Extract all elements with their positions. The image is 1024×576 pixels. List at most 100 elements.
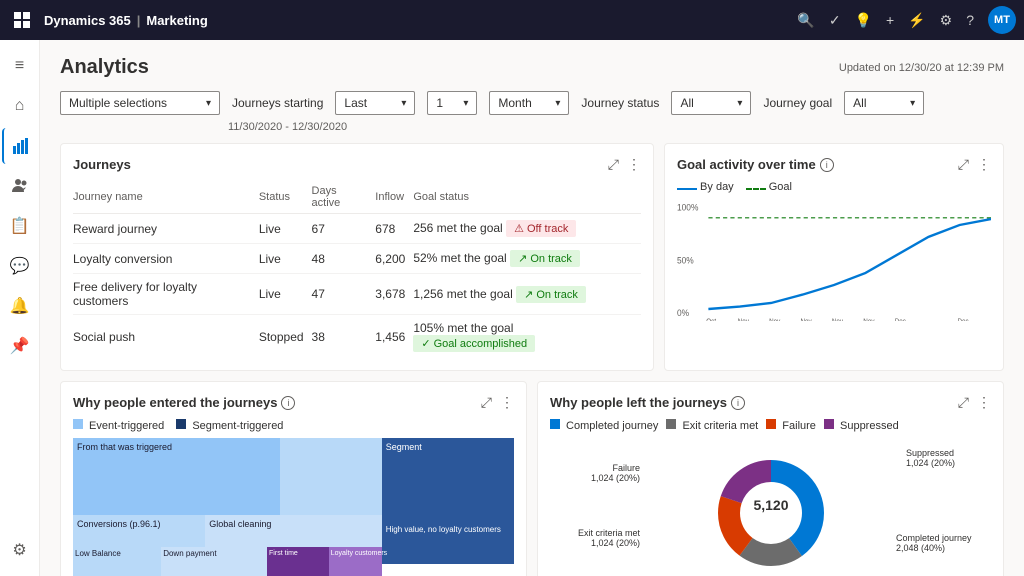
journey-name: Social push <box>73 315 259 359</box>
journey-inflow: 1,456 <box>375 315 413 359</box>
sidebar-notifications[interactable]: 🔔 <box>2 288 38 324</box>
brand-name: Dynamics 365 <box>44 13 131 28</box>
chevron-icon: ▾ <box>737 98 742 109</box>
more-icon[interactable]: ⋮ <box>977 156 991 173</box>
status-label: Journey status <box>581 96 659 110</box>
user-avatar[interactable]: MT <box>988 6 1016 34</box>
expand-icon[interactable]: ⤢ <box>958 394 969 411</box>
table-row: Social push Stopped 38 1,456 105% met th… <box>73 315 641 359</box>
pie-chart-svg: 5,120 <box>711 453 831 573</box>
sidebar-home[interactable]: ⌂ <box>2 88 38 124</box>
col-name: Journey name <box>73 181 259 214</box>
svg-text:Nov: Nov <box>769 318 781 321</box>
status-filter[interactable]: All ▾ <box>671 91 751 115</box>
app-brand: Dynamics 365 | Marketing <box>44 13 208 28</box>
treemap-legend: Event-triggered Segment-triggered <box>73 419 514 432</box>
treemap-block-1: From that was triggered <box>73 438 280 515</box>
journey-goal-status: 256 met the goal ⚠ Off track <box>413 214 641 244</box>
lightbulb-icon[interactable]: 💡 <box>855 12 872 29</box>
journey-days: 67 <box>312 214 376 244</box>
completed-annotation: Completed journey 2,048 (40%) <box>896 533 986 553</box>
number-label: 1 <box>436 96 443 110</box>
svg-text:50%: 50% <box>677 255 694 266</box>
status-badge: ✓ Goal accomplished <box>413 335 535 352</box>
journey-days: 47 <box>312 274 376 315</box>
treemap-container: From that was triggered Segment Conversi… <box>73 438 514 576</box>
update-time: Updated on 12/30/20 at 12:39 PM <box>839 62 1004 74</box>
sidebar-pages[interactable]: 📋 <box>2 208 38 244</box>
expand-icon[interactable]: ⤢ <box>608 156 619 173</box>
segment-triggered-color <box>176 419 186 429</box>
sidebar-contacts[interactable] <box>2 168 38 204</box>
why-entered-card: Why people entered the journeys i ⤢ ⋮ Ev… <box>60 381 527 576</box>
more-icon[interactable]: ⋮ <box>627 156 641 173</box>
journey-goal-status: 105% met the goal ✓ Goal accomplished <box>413 315 641 359</box>
exit-annotation: Exit criteria met 1,024 (20%) <box>560 528 640 548</box>
segment-filter[interactable]: Multiple selections ▾ <box>60 91 220 115</box>
why-left-card: Why people left the journeys i ⤢ ⋮ Compl… <box>537 381 1004 576</box>
number-filter[interactable]: 1 ▾ <box>427 91 477 115</box>
entered-info-icon[interactable]: i <box>281 396 295 410</box>
page-title: Analytics <box>60 56 149 79</box>
goal-chart-area: 100% 50% 0% Oct 31 Nov 6 Nov 12 <box>677 201 991 321</box>
pie-chart-container: 5,120 Failure 1,024 (20%) Exit criteria … <box>550 438 991 576</box>
goal-label: Journey goal <box>763 96 832 110</box>
journeys-table: Journey name Status Days active Inflow G… <box>73 181 641 358</box>
goal-filter[interactable]: All ▾ <box>844 91 924 115</box>
journey-inflow: 678 <box>375 214 413 244</box>
treemap-block-low: Low Balance <box>73 547 161 576</box>
last-filter[interactable]: Last ▾ <box>335 91 415 115</box>
chevron-icon: ▾ <box>910 98 915 109</box>
last-label: Last <box>344 96 367 110</box>
settings-icon[interactable]: ⚙ <box>940 12 953 29</box>
svg-text:Dec: Dec <box>895 318 907 321</box>
why-entered-title: Why people entered the journeys <box>73 395 277 410</box>
expand-icon[interactable]: ⤢ <box>958 156 969 173</box>
period-filter[interactable]: Month ▾ <box>489 91 569 115</box>
journey-days: 48 <box>312 244 376 274</box>
expand-icon[interactable]: ⤢ <box>481 394 492 411</box>
left-info-icon[interactable]: i <box>731 396 745 410</box>
sidebar-messages[interactable]: 💬 <box>2 248 38 284</box>
chevron-icon: ▾ <box>555 98 560 109</box>
add-icon[interactable]: + <box>886 12 894 28</box>
table-row: Loyalty conversion Live 48 6,200 52% met… <box>73 244 641 274</box>
sidebar-bookmarks[interactable]: 📌 <box>2 328 38 364</box>
search-icon[interactable]: 🔍 <box>797 12 814 29</box>
journey-status: Stopped <box>259 315 312 359</box>
treemap-firsttime-label: First time <box>267 549 300 558</box>
goal-value: All <box>853 96 866 110</box>
journey-status: Live <box>259 274 312 315</box>
filter-icon[interactable]: ⚡ <box>908 12 925 29</box>
table-row: Free delivery for loyalty customers Live… <box>73 274 641 315</box>
why-left-title: Why people left the journeys <box>550 395 727 410</box>
col-status: Status <box>259 181 312 214</box>
filters-row: Multiple selections ▾ Journeys starting … <box>60 91 1004 115</box>
suppressed-annotation: Suppressed 1,024 (20%) <box>906 448 986 468</box>
journey-goal-status: 1,256 met the goal ↗ On track <box>413 274 641 315</box>
goal-info-icon[interactable]: i <box>820 158 834 172</box>
journey-name: Reward journey <box>73 214 259 244</box>
pie-legend: Completed journey Exit criteria met Fail… <box>550 419 991 432</box>
journey-goal-status: 52% met the goal ↗ On track <box>413 244 641 274</box>
svg-text:5,120: 5,120 <box>753 497 788 513</box>
journey-name: Loyalty conversion <box>73 244 259 274</box>
help-icon[interactable]: ? <box>966 12 974 28</box>
more-icon[interactable]: ⋮ <box>977 394 991 411</box>
journey-status: Live <box>259 214 312 244</box>
svg-text:Nov: Nov <box>863 318 875 321</box>
goal-chart-svg: 100% 50% 0% Oct 31 Nov 6 Nov 12 <box>677 201 991 321</box>
journeys-card: Journeys ⤢ ⋮ Journey name Status Days ac… <box>60 143 654 371</box>
journey-days: 38 <box>312 315 376 359</box>
sidebar-settings[interactable]: ⚙ <box>2 532 38 568</box>
chevron-icon: ▾ <box>206 98 211 109</box>
sidebar-analytics[interactable] <box>2 128 38 164</box>
top-nav-icons: 🔍 ✓ 💡 + ⚡ ⚙ ? MT <box>797 6 1016 34</box>
svg-text:100%: 100% <box>677 202 698 213</box>
checkmark-icon[interactable]: ✓ <box>829 12 841 29</box>
by-day-legend-color <box>677 188 697 190</box>
more-icon[interactable]: ⋮ <box>500 394 514 411</box>
app-grid-icon[interactable] <box>8 6 36 34</box>
treemap-block-segment: Segment <box>382 438 514 564</box>
sidebar-menu[interactable]: ≡ <box>2 48 38 84</box>
